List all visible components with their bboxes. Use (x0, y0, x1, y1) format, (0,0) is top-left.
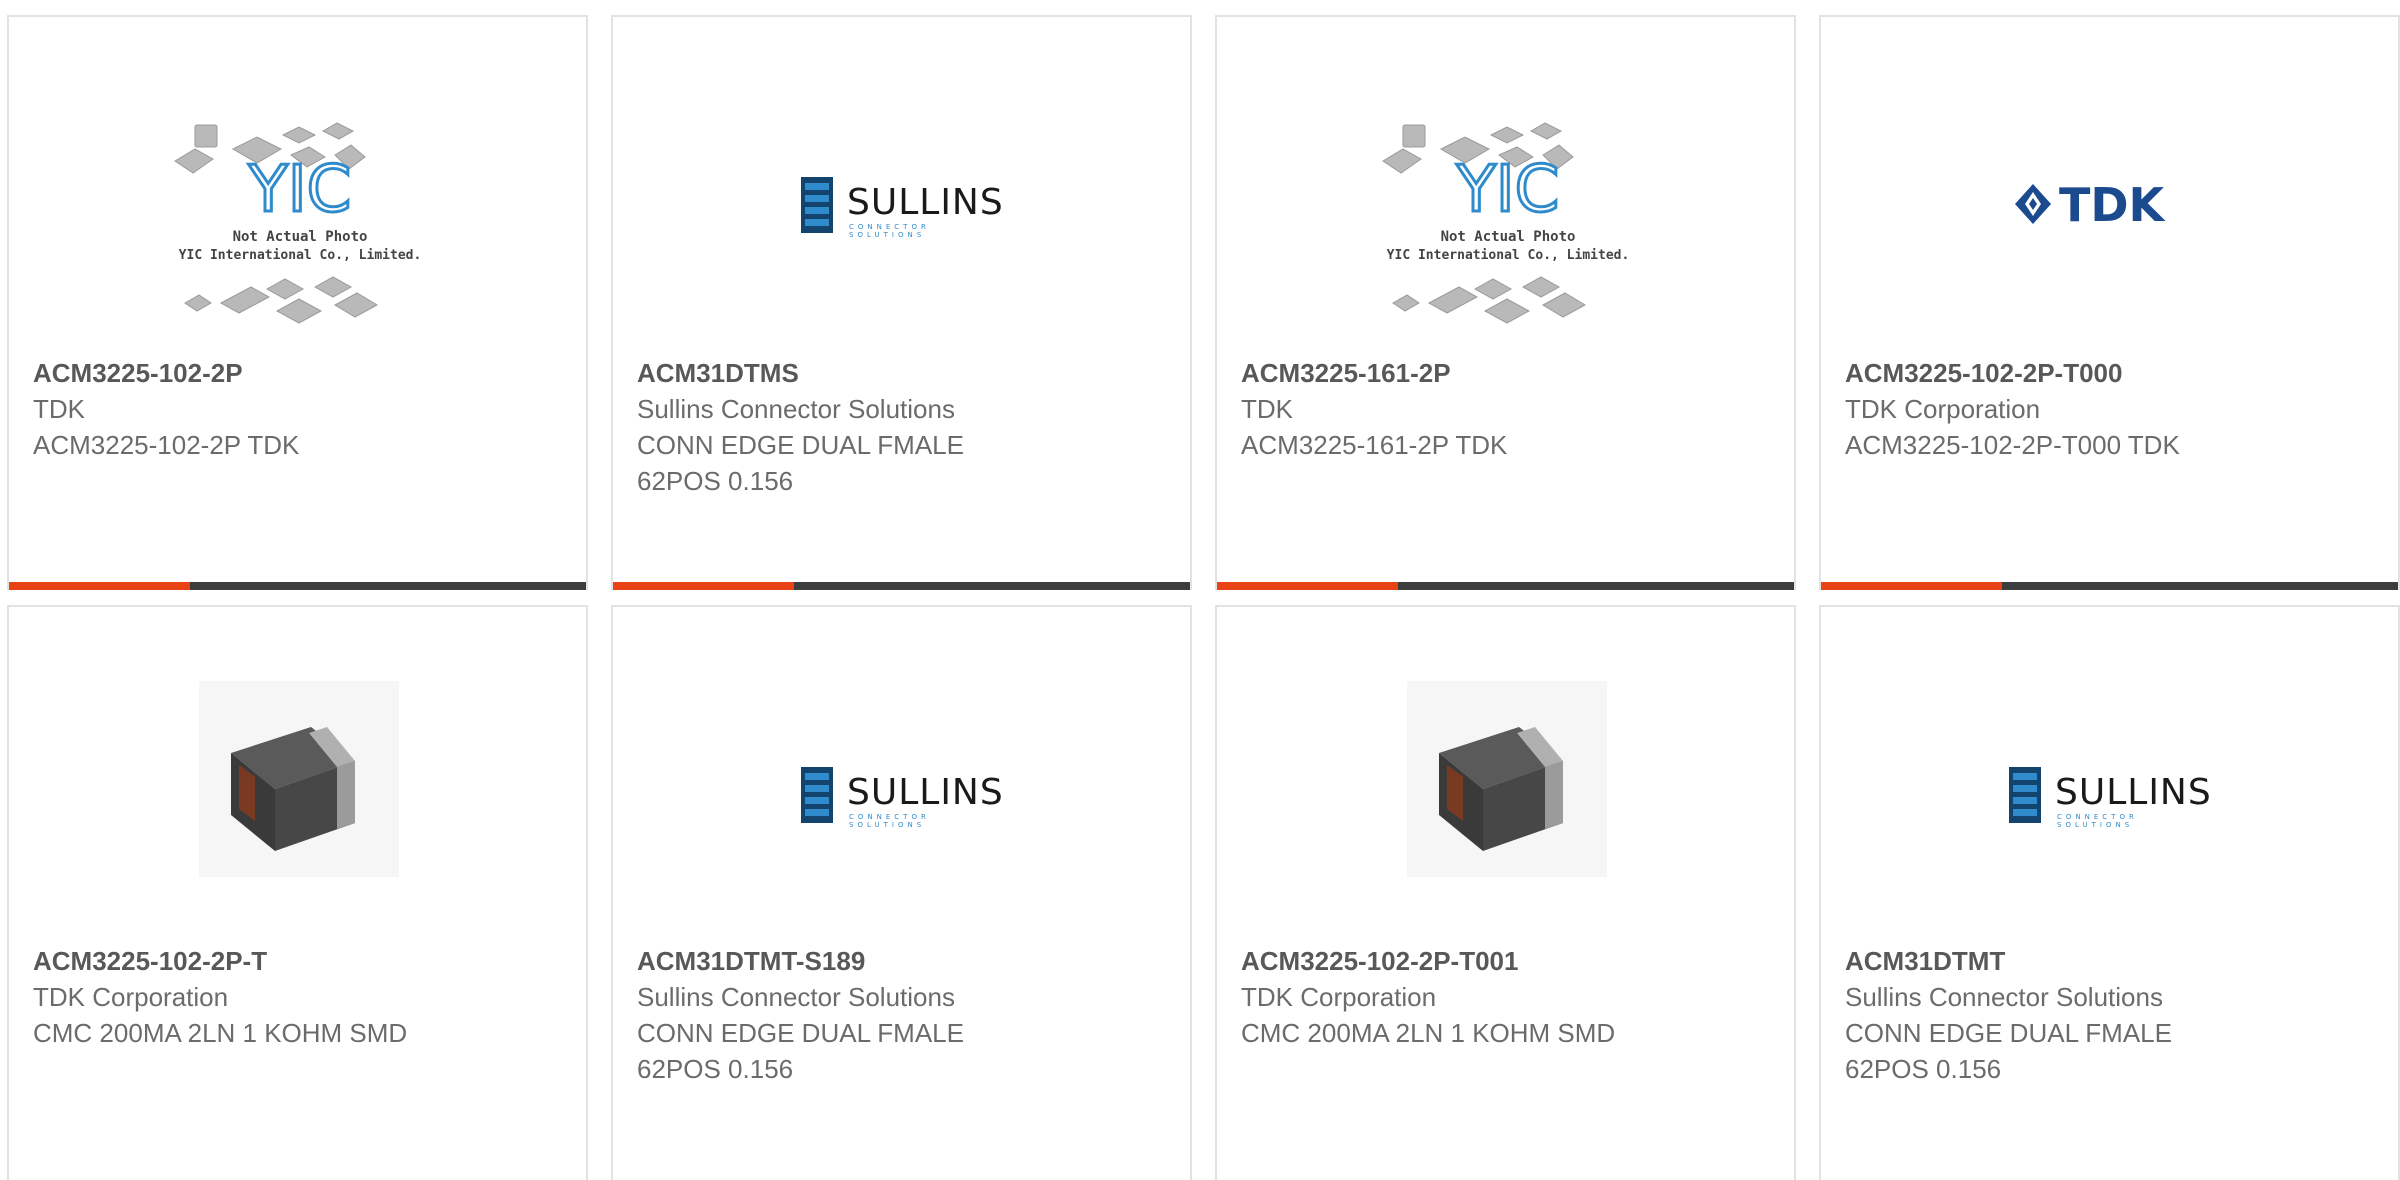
svg-text:YIC: YIC (247, 153, 351, 227)
product-card[interactable]: SULLINS CONNECTOR SOLUTIONS ACM31DTMT-S1… (611, 605, 1192, 1180)
sullins-logo-icon: SULLINS CONNECTOR SOLUTIONS (801, 767, 1006, 829)
description-line: 62POS 0.156 (637, 466, 794, 496)
part-number[interactable]: ACM31DTMT-S189 (637, 943, 1157, 979)
card-footer-accent (1217, 582, 1398, 590)
product-image[interactable]: YIC Not Actual Photo YIC International C… (1217, 91, 1794, 363)
card-footer-bar (613, 582, 1190, 590)
part-number[interactable]: ACM3225-102-2P (33, 355, 553, 391)
part-number[interactable]: ACM31DTMT (1845, 943, 2365, 979)
product-image[interactable]: TDK (1821, 91, 2398, 363)
tdk-logo-icon: TDK (2015, 179, 2167, 229)
description-line: CONN EDGE DUAL FMALE (637, 1018, 964, 1048)
product-info: ACM3225-161-2P TDK ACM3225-161-2P TDK (1241, 355, 1761, 463)
product-info: ACM3225-102-2P-T000 TDK Corporation ACM3… (1845, 355, 2365, 463)
part-number[interactable]: ACM31DTMS (637, 355, 1157, 391)
card-footer-accent (1821, 582, 2002, 590)
product-image[interactable]: SULLINS CONNECTOR SOLUTIONS (1821, 681, 2398, 953)
product-card[interactable]: YIC Not Actual Photo YIC International C… (1215, 15, 1796, 590)
product-info: ACM3225-102-2P-T001 TDK Corporation CMC … (1241, 943, 1761, 1051)
manufacturer: TDK Corporation (1241, 982, 1437, 1012)
product-image[interactable] (1217, 677, 1794, 953)
product-info: ACM31DTMT-S189 Sullins Connector Solutio… (637, 943, 1157, 1087)
inductor-photo-image (1407, 677, 1607, 877)
logo-wordmark: SULLINS (847, 772, 1004, 813)
product-info: ACM3225-102-2P TDK ACM3225-102-2P TDK (33, 355, 553, 463)
description-line: CONN EDGE DUAL FMALE (637, 430, 964, 460)
logo-subtitle: CONNECTOR SOLUTIONS (849, 813, 930, 829)
card-footer-bar (1821, 582, 2398, 590)
logo-wordmark: SULLINS (2055, 772, 2212, 813)
product-image[interactable]: SULLINS CONNECTOR SOLUTIONS (613, 91, 1190, 363)
card-footer-bar (1217, 582, 1794, 590)
description-line: 62POS 0.156 (1845, 1054, 2002, 1084)
part-number[interactable]: ACM3225-161-2P (1241, 355, 1761, 391)
image-caption-line: YIC International Co., Limited. (1386, 248, 1629, 263)
part-number[interactable]: ACM3225-102-2P-T000 (1845, 355, 2365, 391)
description-line: CONN EDGE DUAL FMALE (1845, 1018, 2172, 1048)
description-line: 62POS 0.156 (637, 1054, 794, 1084)
logo-wordmark: TDK (2059, 179, 2167, 229)
manufacturer: TDK Corporation (33, 982, 229, 1012)
sullins-mark-icon (801, 767, 833, 823)
part-number[interactable]: ACM3225-102-2P-T (33, 943, 553, 979)
manufacturer: Sullins Connector Solutions (1845, 982, 2163, 1012)
product-card[interactable]: SULLINS CONNECTOR SOLUTIONS ACM31DTMS Su… (611, 15, 1192, 590)
inductor-photo-image (199, 677, 399, 877)
product-image[interactable]: SULLINS CONNECTOR SOLUTIONS (613, 681, 1190, 953)
description-line: CMC 200MA 2LN 1 KOHM SMD (33, 1018, 408, 1048)
product-image[interactable] (9, 677, 586, 953)
sullins-mark-icon (801, 177, 833, 233)
image-caption-line: Not Actual Photo (1440, 229, 1575, 245)
yic-placeholder-image: YIC Not Actual Photo YIC International C… (173, 122, 421, 324)
card-footer-bar (9, 582, 586, 590)
description-line: ACM3225-161-2P TDK (1241, 430, 1508, 460)
product-card[interactable]: TDK ACM3225-102-2P-T000 TDK Corporation … (1819, 15, 2400, 590)
product-grid: YIC Not Actual Photo YIC International C… (0, 0, 2400, 1180)
product-info: ACM3225-102-2P-T TDK Corporation CMC 200… (33, 943, 553, 1051)
sullins-logo-icon: SULLINS CONNECTOR SOLUTIONS (2009, 767, 2214, 829)
manufacturer: TDK (1241, 394, 1293, 424)
logo-subtitle: CONNECTOR SOLUTIONS (2057, 813, 2138, 829)
manufacturer: Sullins Connector Solutions (637, 982, 955, 1012)
product-card[interactable]: YIC Not Actual Photo YIC International C… (7, 15, 588, 590)
logo-subtitle: CONNECTOR SOLUTIONS (849, 223, 930, 239)
sullins-mark-icon (2009, 767, 2041, 823)
image-caption-line: YIC International Co., Limited. (178, 248, 421, 263)
svg-text:YIC: YIC (1455, 153, 1559, 227)
card-footer-accent (9, 582, 190, 590)
product-card[interactable]: ACM3225-102-2P-T TDK Corporation CMC 200… (7, 605, 588, 1180)
product-card[interactable]: ACM3225-102-2P-T001 TDK Corporation CMC … (1215, 605, 1796, 1180)
sullins-logo-icon: SULLINS CONNECTOR SOLUTIONS (801, 177, 1006, 239)
part-number[interactable]: ACM3225-102-2P-T001 (1241, 943, 1761, 979)
image-caption-line: Not Actual Photo (232, 229, 367, 245)
description-line: CMC 200MA 2LN 1 KOHM SMD (1241, 1018, 1616, 1048)
product-card[interactable]: SULLINS CONNECTOR SOLUTIONS ACM31DTMT Su… (1819, 605, 2400, 1180)
yic-placeholder-image: YIC Not Actual Photo YIC International C… (1381, 122, 1629, 324)
product-image[interactable]: YIC Not Actual Photo YIC International C… (9, 91, 586, 363)
manufacturer: Sullins Connector Solutions (637, 394, 955, 424)
description-line: ACM3225-102-2P-T000 TDK (1845, 430, 2180, 460)
product-info: ACM31DTMT Sullins Connector Solutions CO… (1845, 943, 2365, 1087)
card-footer-accent (613, 582, 794, 590)
logo-wordmark: SULLINS (847, 182, 1004, 223)
manufacturer: TDK (33, 394, 85, 424)
product-info: ACM31DTMS Sullins Connector Solutions CO… (637, 355, 1157, 499)
manufacturer: TDK Corporation (1845, 394, 2041, 424)
description-line: ACM3225-102-2P TDK (33, 430, 300, 460)
